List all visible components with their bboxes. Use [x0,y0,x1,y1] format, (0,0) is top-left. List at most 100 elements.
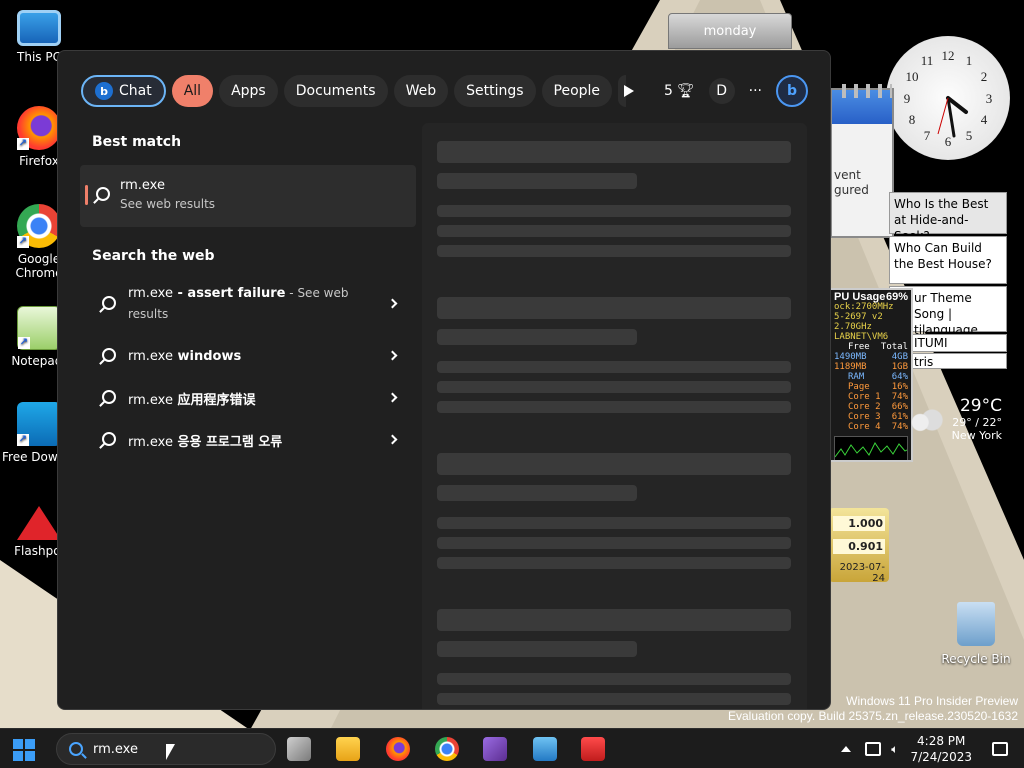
chip-apps[interactable]: Apps [219,75,278,107]
chip-settings[interactable]: Settings [454,75,536,107]
skeleton-bar [437,141,791,163]
svg-text:2: 2 [981,69,988,84]
chip-chat[interactable]: b Chat [81,75,166,107]
sticky-note-gadget[interactable]: monday [668,13,792,49]
chrome-icon: ↗ [17,204,61,248]
tray-date: 7/24/2023 [910,750,972,764]
chip-web[interactable]: Web [393,75,449,107]
search-results: Best match rm.exe See web results Search… [80,125,416,461]
quiz-item[interactable]: Who Is the Best at Hide-and-Seek? [889,192,1007,243]
firefox-icon[interactable] [386,737,410,761]
rewards-points[interactable]: 5 🏆︎ [664,83,695,99]
notifications-icon[interactable] [992,742,1008,756]
bing-chat-button[interactable]: b [776,75,808,107]
skeleton-bar [437,557,791,569]
web-result-item[interactable]: rm.exe windows [80,335,416,377]
skeleton-bar [437,173,637,189]
visual-studio-icon[interactable] [483,737,507,761]
skeleton-bar [437,517,791,529]
clock-face-icon: 12 12 345 678 91011 [904,48,993,149]
best-match-heading: Best match [92,134,182,150]
search-icon [102,390,116,404]
preview-pane-loading [422,123,807,709]
skeleton-bar [437,329,637,345]
skeleton-bar [437,453,791,475]
skeleton-bar [437,641,637,657]
calendar-line-1: vent [834,168,861,182]
web-result-item[interactable]: rm.exe 应用程序错误 [80,377,416,419]
clock-area[interactable]: 4:28 PM 7/24/2023 [910,733,972,765]
firefox-icon: ↗ [17,106,61,150]
svg-text:6: 6 [945,134,952,149]
desktop-icon-recycle-bin[interactable]: Recycle Bin [940,602,1012,666]
quiz-item[interactable]: Who Can Build the Best House? [889,236,1007,284]
clock-gadget: 12 1 2 345 678 9 10 11 [886,36,1010,160]
more-options-button[interactable]: ··· [749,83,762,99]
skeleton-bar [437,537,791,549]
shortcut-arrow-icon: ↗ [17,138,29,150]
trophy-icon: 🏆︎ [676,83,695,99]
currency-date: 2023-07-24 [839,562,885,584]
chip-all[interactable]: All [171,75,214,107]
skeleton-bar [437,297,791,319]
chrome-icon[interactable] [435,737,459,761]
mouse-cursor-icon [166,744,175,760]
svg-text:8: 8 [909,112,916,127]
skeleton-bar [437,205,791,217]
web-result-item[interactable]: rm.exe 응용 프로그램 오류 [80,419,416,461]
cloud-icon [910,408,944,432]
chevron-right-icon [387,298,398,309]
calendar-gadget[interactable]: vent gured [830,84,894,238]
search-toolbar: 5 🏆︎ D ··· b [623,74,808,108]
svg-text:11: 11 [921,53,934,68]
bing-icon: b [95,82,113,100]
currency-value-2: 0.901 [833,539,885,554]
skeleton-bar [437,245,791,257]
network-icon[interactable] [865,742,882,756]
control-panel-icon[interactable] [533,737,557,761]
calendar-line-2: gured [834,183,869,197]
svg-text:1: 1 [966,53,973,68]
web-result-item[interactable]: rm.exe - assert failure - See web result… [80,273,416,335]
search-icon [102,432,116,446]
search-icon [102,348,116,362]
volume-icon[interactable]: 🔈︎ [891,742,898,757]
shortcut-arrow-icon: ↗ [18,337,30,349]
note-tab-label: monday [703,24,757,39]
monitor-icon [17,10,61,46]
currency-value-1: 1.000 [833,516,885,531]
skeleton-bar [437,381,791,393]
best-match-sub: See web results [120,197,216,211]
cpu-graph [834,436,908,460]
skeleton-bar [437,361,791,373]
skeleton-bar [437,673,791,685]
svg-text:9: 9 [904,91,911,106]
start-button[interactable] [13,739,35,761]
chip-people[interactable]: People [541,75,613,107]
svg-text:7: 7 [924,128,931,143]
shortcut-arrow-icon: ↗ [17,236,29,248]
play-icon [623,85,634,97]
notepad-icon: ↗ [17,306,61,350]
cpu-meter-gadget: PU Usage 69% ock:2700MHz 5-2697 v2 2.70GH… [829,288,913,462]
binder-rings-icon [842,84,892,98]
best-match-name: rm.exe [120,178,165,193]
search-icon [96,187,110,201]
svg-text:3: 3 [986,91,993,106]
account-avatar[interactable]: D [708,78,735,104]
chevron-right-icon [387,392,398,403]
best-match-item[interactable]: rm.exe See web results [80,165,416,227]
weather-gadget[interactable]: 29°C 29° / 22° New York [908,396,1008,454]
show-hidden-icons-icon[interactable] [841,746,852,752]
download-icon: ↗ [17,402,61,446]
shortcut-arrow-icon: ↗ [17,434,29,446]
task-view-icon[interactable] [287,737,311,761]
news-app-icon[interactable] [581,737,605,761]
chip-documents[interactable]: Documents [283,75,388,107]
svg-text:12: 12 [942,48,955,63]
file-explorer-icon[interactable] [336,737,360,761]
recycle-bin-icon [957,602,995,646]
play-button[interactable] [623,85,650,97]
svg-text:5: 5 [966,128,973,143]
skeleton-bar [437,225,791,237]
